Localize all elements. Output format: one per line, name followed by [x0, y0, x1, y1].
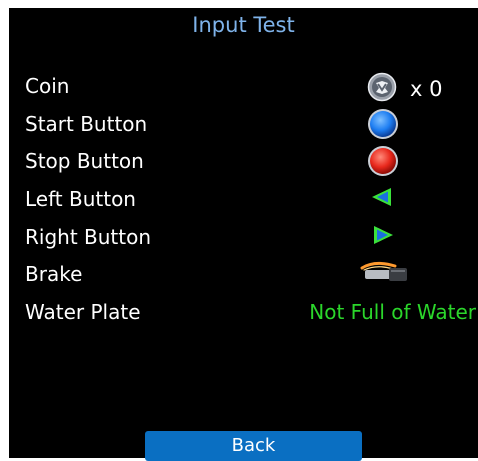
back-button[interactable]: Back	[145, 431, 362, 461]
coin-label: Coin	[25, 74, 70, 98]
brake-lever-icon	[360, 261, 407, 281]
page-title: Input Test	[192, 13, 295, 37]
start-button-icon	[368, 109, 398, 139]
right-arrow-icon	[374, 226, 393, 244]
coin-icon	[367, 72, 397, 102]
input-test-screen: Input Test Coin Start Button Stop Button…	[9, 8, 478, 461]
brake-label: Brake	[25, 262, 83, 286]
stop-button-label: Stop Button	[25, 149, 144, 173]
start-button-label: Start Button	[25, 112, 148, 136]
coin-count: x 0	[410, 77, 443, 101]
left-button-label: Left Button	[25, 187, 136, 211]
right-button-label: Right Button	[25, 225, 152, 249]
left-arrow-icon	[372, 188, 391, 206]
water-plate-label: Water Plate	[25, 300, 141, 324]
water-plate-status: Not Full of Water	[309, 300, 476, 324]
stop-button-icon	[368, 146, 398, 176]
